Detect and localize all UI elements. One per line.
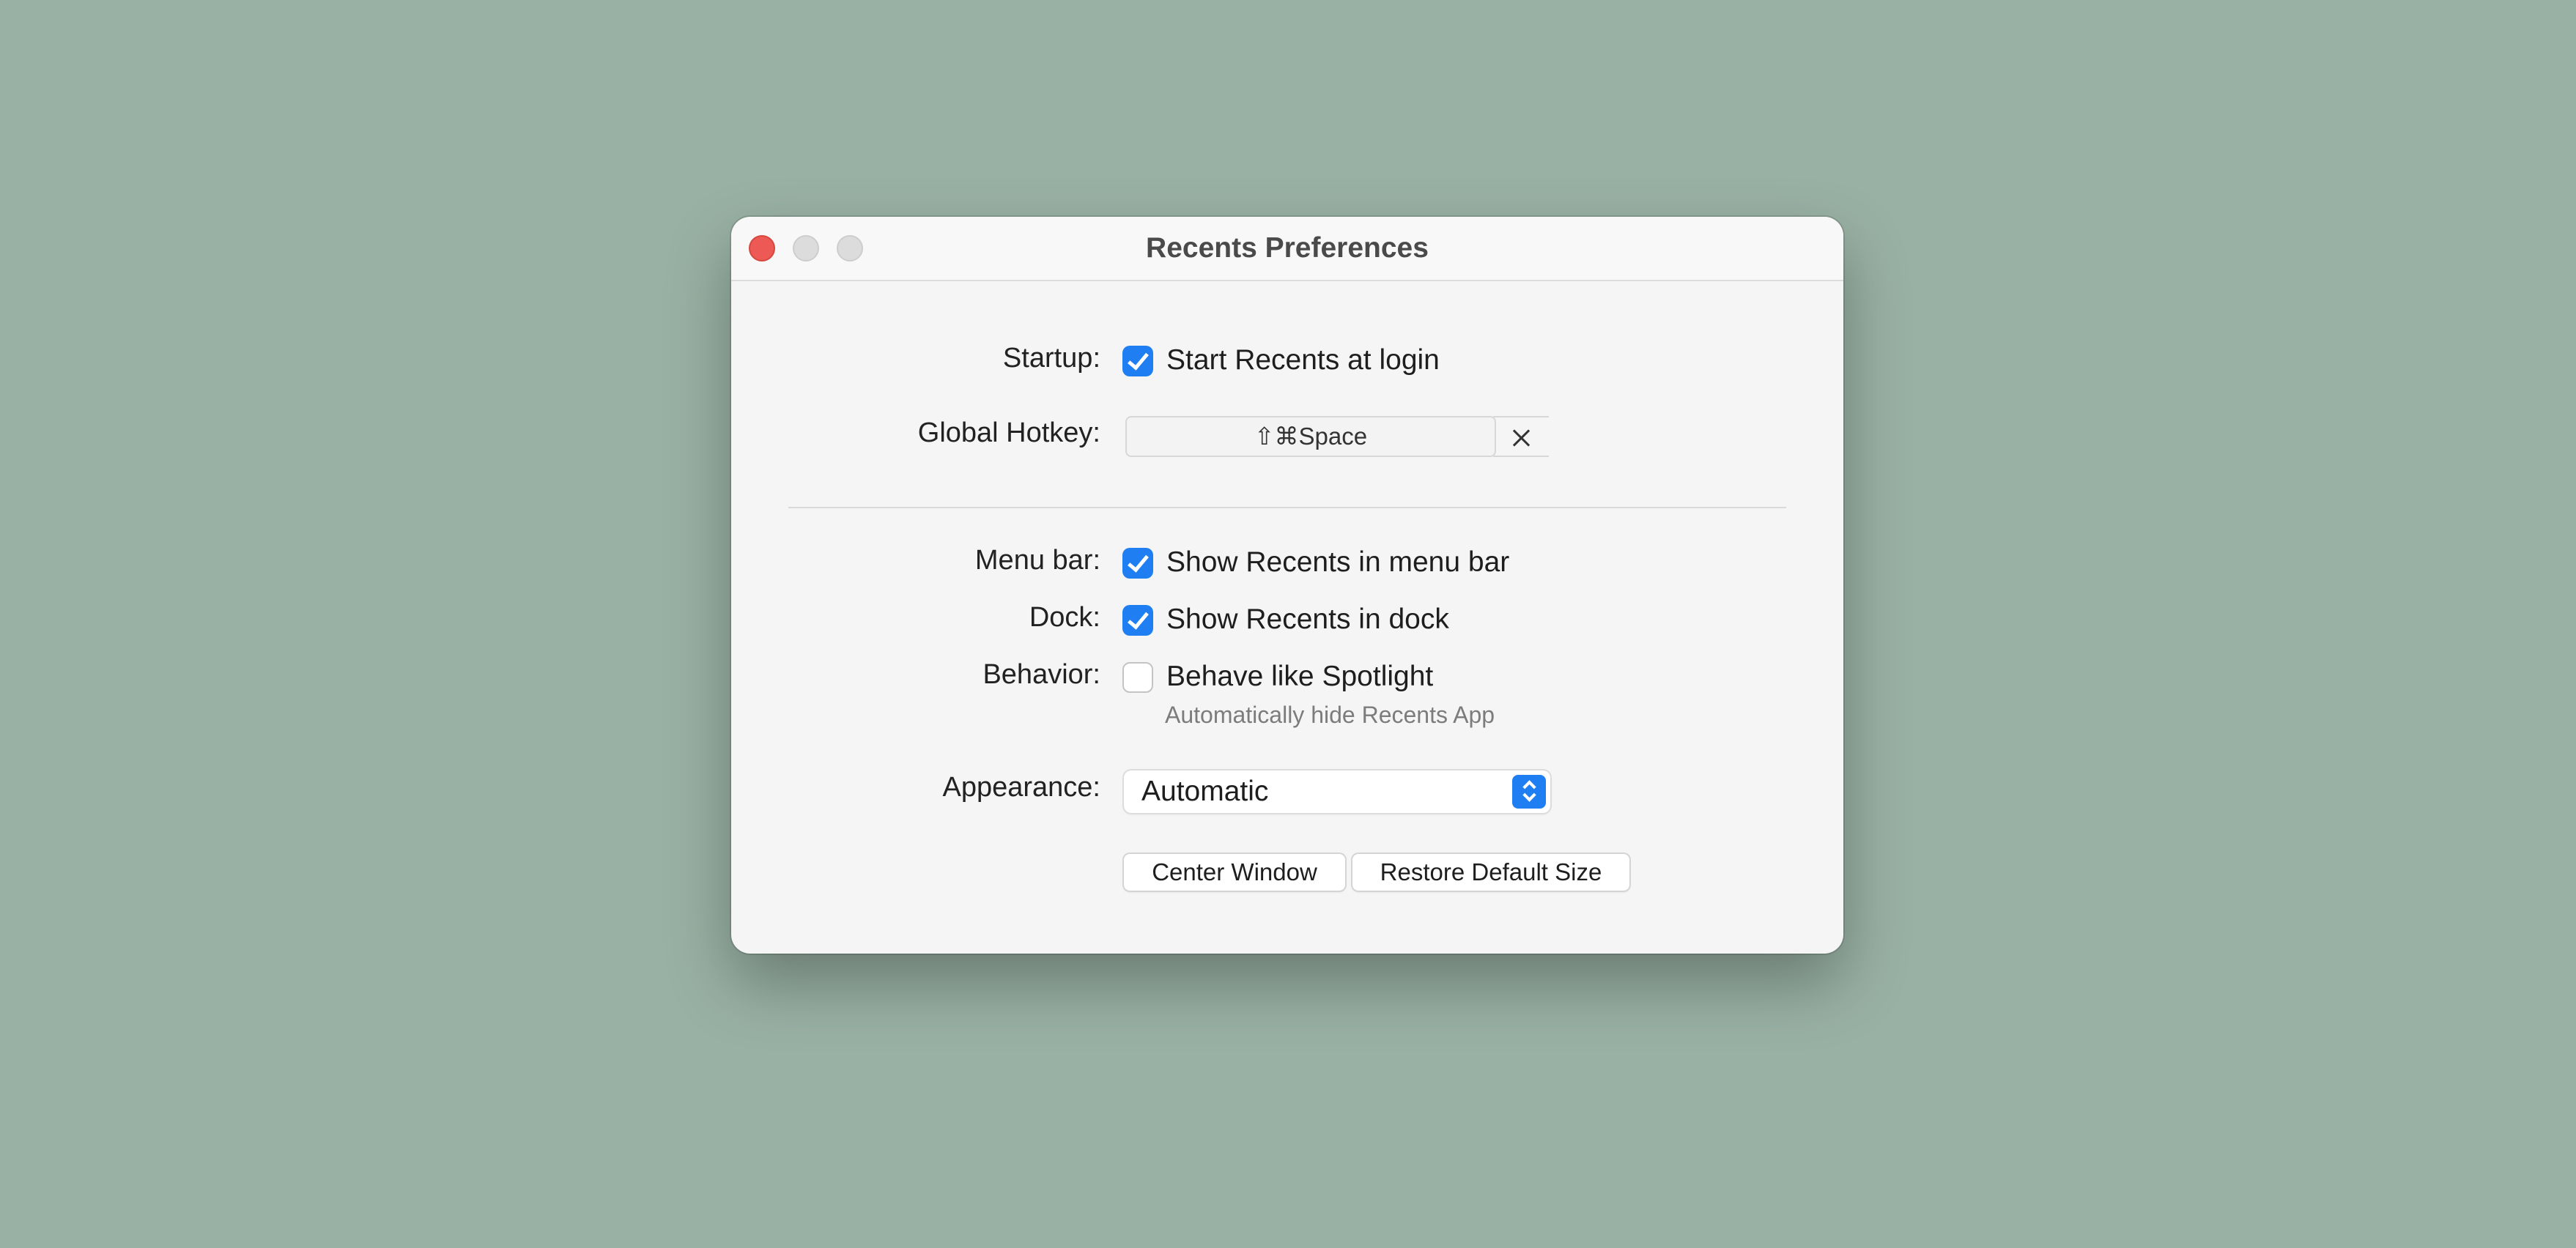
appearance-selected-value: Automatic <box>1141 776 1269 807</box>
global-hotkey-label: Global Hotkey: <box>917 417 1100 448</box>
appearance-label: Appearance: <box>942 772 1101 803</box>
show-in-dock-checkbox[interactable] <box>1122 605 1153 636</box>
center-window-button[interactable]: Center Window <box>1124 854 1345 891</box>
close-icon[interactable] <box>1493 416 1549 457</box>
hotkey-recorder-field[interactable]: ⇧⌘Space <box>1125 416 1496 457</box>
show-in-menu-bar-label[interactable]: Show Recents in menu bar <box>1166 546 1509 579</box>
start-at-login-checkbox[interactable] <box>1122 346 1153 376</box>
section-divider <box>788 507 1786 508</box>
appearance-select[interactable]: Automatic <box>1124 770 1550 813</box>
window-title: Recents Preferences <box>1146 232 1429 264</box>
startup-label: Startup: <box>1002 343 1100 374</box>
behave-like-spotlight-label[interactable]: Behave like Spotlight <box>1166 661 1433 693</box>
start-at-login-label[interactable]: Start Recents at login <box>1166 344 1440 376</box>
menu-bar-label: Menu bar: <box>974 545 1100 576</box>
behave-like-spotlight-checkbox[interactable] <box>1122 662 1153 693</box>
behavior-label: Behavior: <box>982 659 1100 690</box>
chevron-up-down-icon <box>1512 775 1546 809</box>
show-in-menu-bar-checkbox[interactable] <box>1122 548 1153 579</box>
dock-label: Dock: <box>1029 602 1100 633</box>
behavior-hint: Automatically hide Recents App <box>1165 702 1495 728</box>
title-bar[interactable]: Recents Preferences <box>731 217 1843 281</box>
restore-default-size-button[interactable]: Restore Default Size <box>1352 854 1629 891</box>
preferences-window: Recents Preferences Startup: Start Recen… <box>731 217 1843 954</box>
show-in-dock-label[interactable]: Show Recents in dock <box>1166 603 1449 636</box>
